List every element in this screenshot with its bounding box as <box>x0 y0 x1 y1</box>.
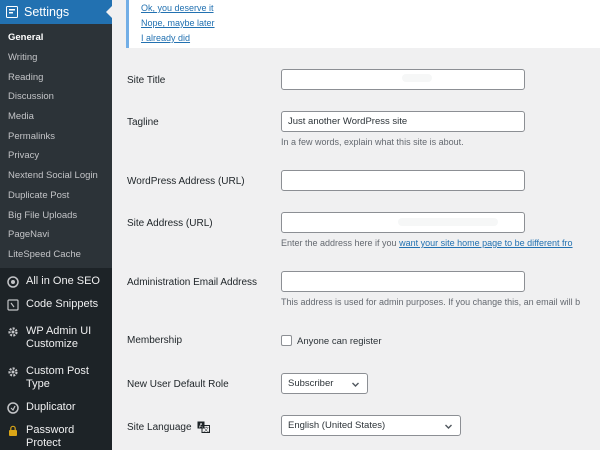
redacted-text <box>398 218 498 226</box>
site-language-label-row: Site Language A文 <box>127 421 210 433</box>
submenu-item-big-file-uploads[interactable]: Big File Uploads <box>0 205 112 225</box>
translation-icon: A文 <box>197 421 210 433</box>
submenu-item-reading[interactable]: Reading <box>0 67 112 87</box>
submenu-item-nextend-social-login[interactable]: Nextend Social Login <box>0 166 112 186</box>
submenu-item-privacy[interactable]: Privacy <box>0 146 112 166</box>
chevron-down-icon <box>445 424 452 429</box>
sidebar-item-duplicator[interactable]: Duplicator <box>0 396 112 419</box>
submenu-item-litespeed-cache[interactable]: LiteSpeed Cache <box>0 245 112 265</box>
tagline-input[interactable]: Just another WordPress site <box>281 111 525 132</box>
description-text: Enter the address here if you <box>281 238 400 248</box>
default-role-select[interactable]: Subscriber <box>281 373 368 394</box>
sidebar-item-settings[interactable]: Settings <box>0 0 112 24</box>
admin-sidebar: Settings General Writing Reading Discuss… <box>0 0 112 450</box>
sidebar-item-label: Duplicator <box>26 401 76 413</box>
sidebar-item-all-in-one-seo[interactable]: All in One SEO <box>0 270 112 293</box>
aioseo-icon <box>7 276 19 288</box>
submenu-item-discussion[interactable]: Discussion <box>0 87 112 107</box>
sidebar-item-label: Password Protect WordPress <box>26 424 75 449</box>
sidebar-item-label: Settings <box>24 5 70 19</box>
code-snippets-icon <box>7 299 19 311</box>
site-language-select[interactable]: English (United States) <box>281 415 461 436</box>
field-value: Just another WordPress site <box>288 116 408 127</box>
lock-icon <box>7 425 19 437</box>
submenu-item-media[interactable]: Media <box>0 107 112 127</box>
sidebar-item-password-protect-wordpress[interactable]: Password Protect WordPress <box>0 419 112 450</box>
chevron-down-icon <box>352 382 359 387</box>
admin-email-label: Administration Email Address <box>127 277 258 288</box>
sidebar-item-label: Code Snippets <box>26 298 99 310</box>
default-role-label: New User Default Role <box>127 379 229 390</box>
redacted-text <box>402 74 432 82</box>
settings-submenu: General Writing Reading Discussion Media… <box>0 24 112 268</box>
site-address-label: Site Address (URL) <box>127 218 213 229</box>
notice-link-later[interactable]: Nope, maybe later <box>129 16 600 31</box>
site-language-label: Site Language <box>127 421 192 433</box>
select-value: Subscriber <box>288 378 334 389</box>
admin-email-description: This address is used for admin purposes.… <box>281 297 581 307</box>
submenu-item-writing[interactable]: Writing <box>0 48 112 68</box>
duplicator-icon <box>7 402 19 414</box>
submenu-item-duplicate-post[interactable]: Duplicate Post <box>0 186 112 206</box>
notice-link-ok[interactable]: Ok, you deserve it <box>129 0 600 16</box>
submenu-item-permalinks[interactable]: Permalinks <box>0 126 112 146</box>
sidebar-main-menu: All in One SEO Code Snippets WP Admin UI… <box>0 268 112 450</box>
sidebar-item-label: WP Admin UI Customize <box>26 325 92 350</box>
select-value: English (United States) <box>288 420 386 431</box>
gear-icon <box>7 326 19 338</box>
sidebar-item-wp-admin-ui-customize[interactable]: WP Admin UI Customize <box>0 316 112 356</box>
admin-email-input[interactable] <box>281 271 525 292</box>
sidebar-item-label: All in One SEO <box>26 275 100 287</box>
site-address-description: Enter the address here if you want your … <box>281 238 573 248</box>
anyone-can-register-checkbox[interactable] <box>281 335 292 346</box>
submenu-item-general[interactable]: General <box>0 28 112 48</box>
tagline-description: In a few words, explain what this site i… <box>281 137 464 147</box>
settings-icon <box>6 6 18 18</box>
anyone-can-register-label[interactable]: Anyone can register <box>297 336 382 347</box>
gear-icon <box>7 366 19 378</box>
svg-text:文: 文 <box>203 426 209 434</box>
submenu-item-pagenavi[interactable]: PageNavi <box>0 225 112 245</box>
membership-label: Membership <box>127 335 183 346</box>
settings-main: Ok, you deserve it Nope, maybe later I a… <box>112 0 600 450</box>
review-notice: Ok, you deserve it Nope, maybe later I a… <box>126 0 600 48</box>
sidebar-item-custom-post-type[interactable]: Custom Post Type <box>0 356 112 396</box>
site-address-help-link[interactable]: want your site home page to be different… <box>399 238 572 248</box>
tagline-label: Tagline <box>127 117 159 128</box>
site-title-label: Site Title <box>127 75 166 86</box>
sidebar-item-label: Custom Post Type <box>26 365 89 390</box>
wp-address-label: WordPress Address (URL) <box>127 176 245 187</box>
notice-link-already-did[interactable]: I already did <box>129 31 600 46</box>
sidebar-item-code-snippets[interactable]: Code Snippets <box>0 293 112 316</box>
wp-address-input[interactable] <box>281 170 525 191</box>
